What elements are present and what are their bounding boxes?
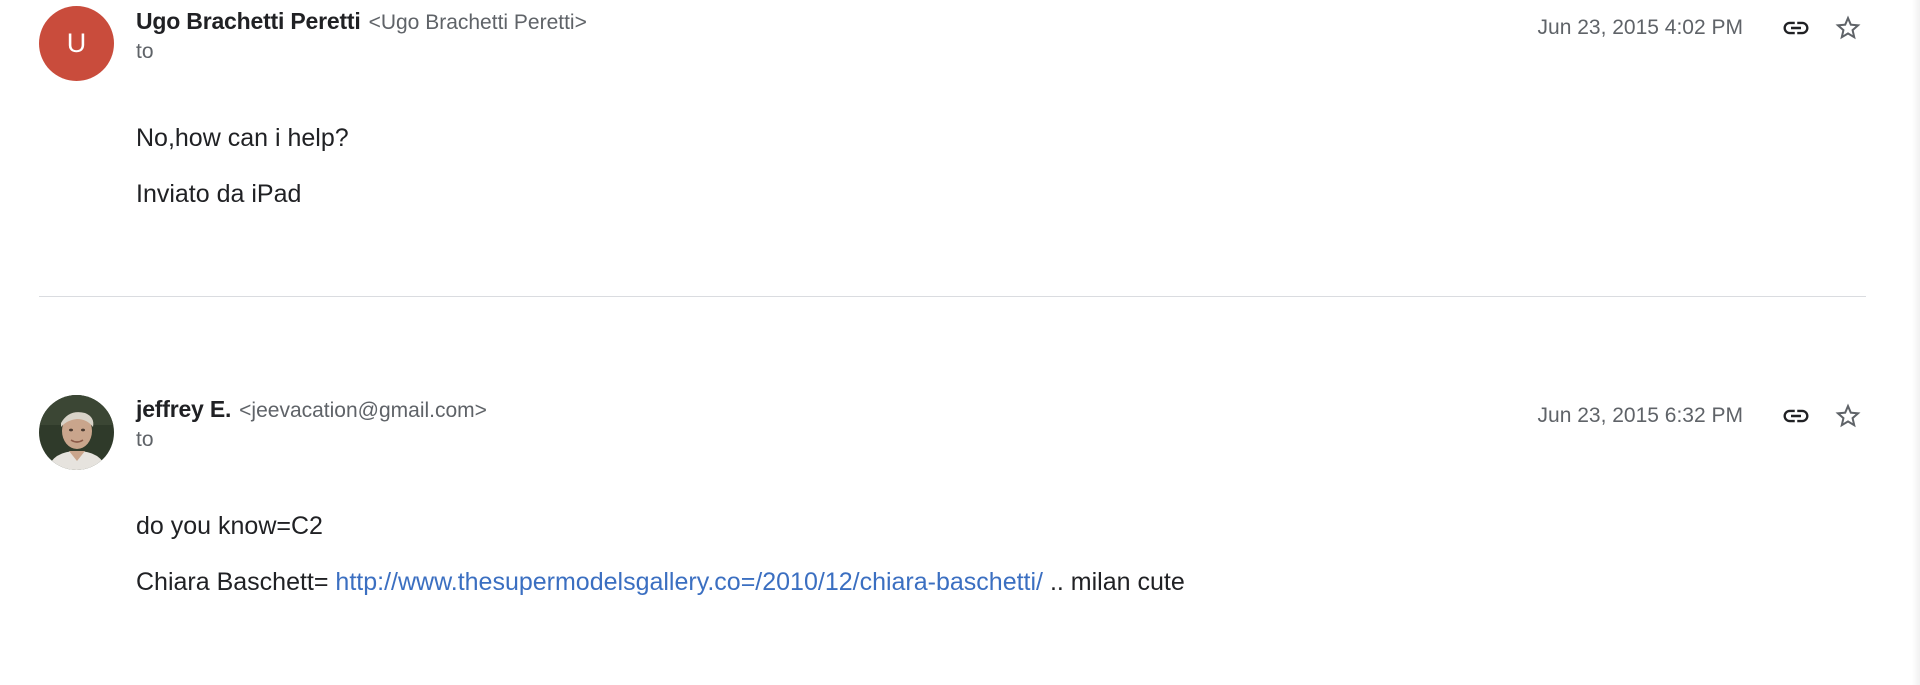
sender-line: jeffrey E. <jeevacation@gmail.com>	[136, 396, 487, 423]
scrollbar-track[interactable]	[1912, 0, 1920, 685]
sender-email: <jeevacation@gmail.com>	[239, 399, 487, 422]
sender-avatar-photo[interactable]	[39, 395, 114, 470]
message-body-line: do you know=C2	[136, 512, 323, 540]
sender-name[interactable]: Ugo Brachetti Peretti	[136, 8, 361, 34]
recipients-toggle[interactable]: to	[136, 40, 154, 64]
link-icon[interactable]	[1778, 400, 1814, 432]
star-outline-icon[interactable]	[1830, 10, 1866, 46]
recipients-toggle[interactable]: to	[136, 428, 154, 452]
email-message: U Ugo Brachetti Peretti <Ugo Brachetti Pe…	[0, 0, 1900, 297]
link-icon[interactable]	[1778, 12, 1814, 44]
message-body-line: No,how can i help?	[136, 124, 349, 152]
sender-email: <Ugo Brachetti Peretti>	[368, 11, 587, 34]
message-timestamp: Jun 23, 2015 4:02 PM	[1537, 16, 1743, 39]
sender-avatar[interactable]: U	[39, 6, 114, 81]
email-message: jeffrey E. <jeevacation@gmail.com> to Jun…	[0, 388, 1900, 685]
sender-line: Ugo Brachetti Peretti <Ugo Brachetti Pere…	[136, 8, 587, 35]
message-timestamp: Jun 23, 2015 6:32 PM	[1537, 404, 1743, 427]
body-link[interactable]: http://www.thesupermodelsgallery.co=/201…	[335, 568, 1043, 596]
sender-name[interactable]: jeffrey E.	[136, 396, 231, 422]
star-outline-icon[interactable]	[1830, 398, 1866, 434]
message-signature: Inviato da iPad	[136, 180, 302, 208]
avatar-letter: U	[66, 28, 87, 58]
message-body-line: Chiara Baschett= http://www.thesupermode…	[136, 568, 1185, 597]
message-divider	[39, 296, 1866, 297]
body-text: Chiara Baschett=	[136, 568, 336, 596]
body-text: .. milan cute	[1043, 568, 1185, 596]
